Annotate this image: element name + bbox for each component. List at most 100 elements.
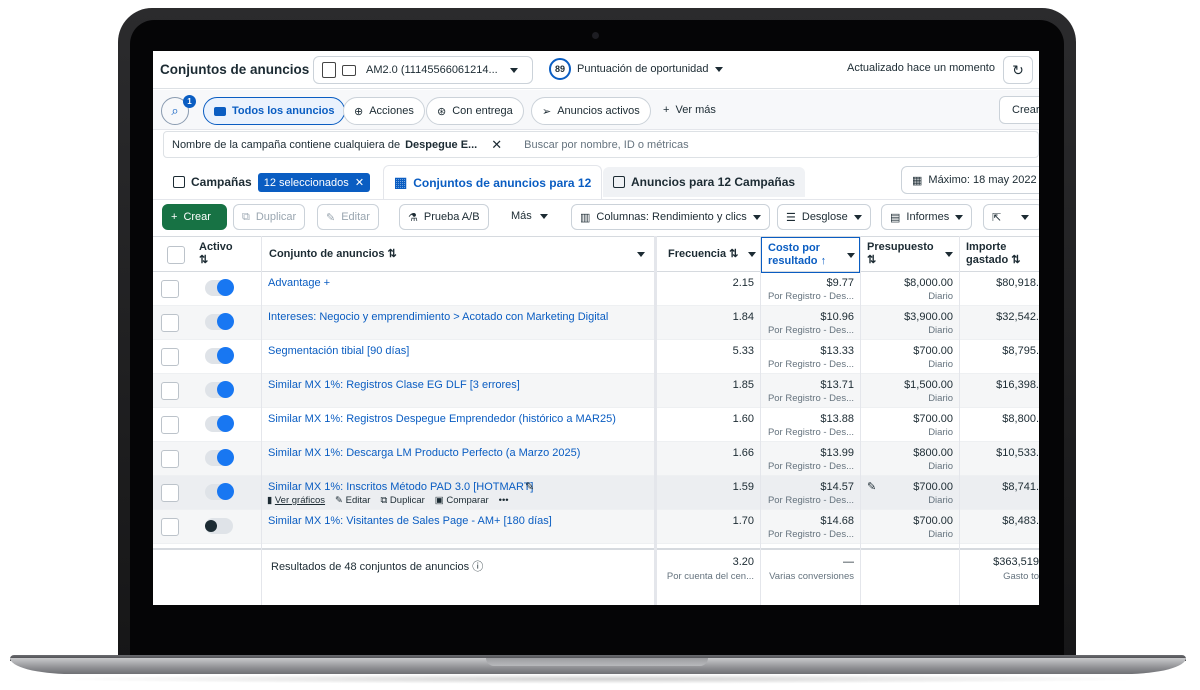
filter-prefix: Nombre de la campaña contiene cualquiera…: [172, 138, 401, 151]
create-button-top[interactable]: Crear: [999, 96, 1039, 124]
reports-button[interactable]: ▤ Informes: [881, 204, 973, 230]
row-toggle-cell: [153, 442, 261, 476]
account-selector[interactable]: AM2.0 (11145566061214...: [313, 56, 533, 84]
cost-value: $9.77: [826, 277, 854, 289]
table-row[interactable]: Similar MX 1%: Visitantes de Sales Page …: [153, 510, 1039, 544]
row-edit-link[interactable]: ✎ Editar: [335, 495, 370, 506]
adset-name-link[interactable]: Intereses: Negocio y emprendimiento > Ac…: [268, 311, 608, 323]
status-toggle[interactable]: [205, 347, 234, 364]
date-range-picker[interactable]: ▦ Máximo: 18 may 2022 -: [901, 166, 1039, 194]
row-compare-link[interactable]: ▣ Comparar: [435, 495, 489, 506]
chip-all-ads[interactable]: Todos los anuncios: [203, 97, 346, 125]
view-charts-link[interactable]: ▮ Ver gráficos: [267, 495, 325, 506]
budget-sub: Diario: [928, 427, 953, 438]
col-adset[interactable]: Conjunto de anuncios ⇅: [263, 237, 653, 273]
more-button[interactable]: Más: [511, 210, 548, 222]
selected-pill[interactable]: 12 seleccionados ✕: [257, 172, 371, 192]
refresh-button[interactable]: ↻: [1003, 56, 1033, 84]
col-frequency[interactable]: Frecuencia ⇅: [662, 237, 760, 273]
status-toggle[interactable]: [205, 279, 234, 296]
tab-adsets[interactable]: ▦ Conjuntos de anuncios para 12: [383, 165, 603, 199]
col-active[interactable]: Activo ⇅: [193, 237, 261, 273]
budget-sub: Diario: [928, 529, 953, 540]
table-row[interactable]: Advantage + 2.15 $9.77 Por Registro - Des..…: [153, 272, 1039, 306]
reports-label: Informes: [906, 211, 950, 223]
frequency-cell: 2.15: [662, 272, 760, 306]
adset-name-link[interactable]: Similar MX 1%: Inscritos Método PAD 3.0 …: [268, 481, 534, 493]
col-budget[interactable]: Presupuesto ⇅: [861, 237, 959, 273]
table-row[interactable]: Intereses: Negocio y emprendimiento > Ac…: [153, 306, 1039, 340]
adset-name-link[interactable]: Similar MX 1%: Registros Clase EG DLF [3…: [268, 379, 520, 391]
cost-sub: Por Registro - Des...: [767, 529, 854, 540]
level-tabs: Campañas 12 seleccionados ✕ ▦ Conjuntos …: [153, 163, 1039, 199]
edit-button[interactable]: ✎ Editar: [317, 204, 379, 230]
chevron-down-icon: [539, 213, 548, 219]
adset-name-link[interactable]: Advantage +: [268, 277, 330, 289]
budget-value: $700.00: [913, 345, 953, 357]
filter-value: Despegue E...: [405, 138, 478, 151]
create-button[interactable]: + Crear: [162, 204, 227, 230]
status-toggle[interactable]: [205, 518, 233, 534]
adset-name-link[interactable]: Similar MX 1%: Registros Despegue Empren…: [268, 413, 616, 425]
export-button[interactable]: ⇱: [983, 204, 1039, 230]
pencil-icon[interactable]: ✎: [867, 480, 876, 493]
row-toggle-cell: [153, 408, 261, 442]
sort-icon: ⇅: [867, 254, 877, 266]
adset-name-link[interactable]: Segmentación tibial [90 días]: [268, 345, 409, 357]
table-row[interactable]: Similar MX 1%: Inscritos Método PAD 3.0 …: [153, 476, 1039, 510]
columns-button[interactable]: ▥ Columnas: Rendimiento y clics: [571, 204, 770, 230]
chip-active-ads[interactable]: ➢ Anuncios activos: [531, 97, 651, 125]
budget-sub: Diario: [928, 359, 953, 370]
row-duplicate-link[interactable]: ⧉ Duplicar: [380, 495, 424, 506]
cost-value: $13.71: [820, 379, 854, 391]
cost-sub: Por Registro - Des...: [767, 495, 854, 506]
table-header: Activo ⇅ Conjunto de anuncios ⇅ Frecuenci…: [153, 236, 1039, 273]
table-row[interactable]: Similar MX 1%: Registros Clase EG DLF [3…: [153, 374, 1039, 408]
status-toggle[interactable]: [205, 449, 234, 466]
column-divider: [860, 236, 861, 605]
breakdown-button[interactable]: ☰ Desglose: [777, 204, 871, 230]
col-spent[interactable]: Importe gastado ⇅: [960, 237, 1039, 273]
frequency-value: 1.60: [732, 413, 754, 425]
table-row[interactable]: Segmentación tibial [90 días] 5.33 $13.33 P…: [153, 340, 1039, 374]
tab-ads[interactable]: Anuncios para 12 Campañas: [603, 167, 806, 197]
status-toggle[interactable]: [205, 483, 234, 500]
cost-cell: $13.99 Por Registro - Des...: [761, 442, 860, 476]
top-bar: Conjuntos de anuncios AM2.0 (11145566061…: [153, 51, 1039, 89]
budget-cell: $700.00 Diario: [861, 408, 959, 442]
close-icon[interactable]: ✕: [491, 137, 502, 153]
chevron-down-icon: [748, 252, 756, 257]
opportunity-score[interactable]: 89 Puntuación de oportunidad: [549, 58, 723, 80]
row-more-button[interactable]: •••: [499, 495, 509, 506]
flask-icon: ⚗: [408, 211, 418, 224]
cost-sub: Por Registro - Des...: [767, 427, 854, 438]
see-more-button[interactable]: + Ver más: [663, 104, 716, 116]
frequency-value: 1.84: [732, 311, 754, 323]
status-toggle[interactable]: [205, 313, 234, 330]
cost-sub: Por Registro - Des...: [767, 393, 854, 404]
adset-name-link[interactable]: Similar MX 1%: Visitantes de Sales Page …: [268, 515, 552, 527]
chip-delivery[interactable]: ⊛ Con entrega: [426, 97, 524, 125]
row-compare-label: Comparar: [446, 495, 489, 506]
adset-name-cell: Similar MX 1%: Registros Despegue Empren…: [261, 408, 654, 442]
status-toggle[interactable]: [205, 415, 234, 432]
row-toggle-cell: [153, 306, 261, 340]
table-row[interactable]: Similar MX 1%: Registros Despegue Empren…: [153, 408, 1039, 442]
pencil-icon[interactable]: ✎: [525, 480, 534, 493]
status-toggle[interactable]: [205, 381, 234, 398]
checkbox[interactable]: [167, 246, 185, 264]
chip-actions[interactable]: ⊕ Acciones: [343, 97, 425, 125]
search-input[interactable]: Buscar por nombre, ID o métricas: [524, 139, 688, 151]
tab-campaigns[interactable]: Campañas 12 seleccionados ✕: [163, 167, 380, 197]
create-label: Crear: [183, 211, 211, 223]
table-row[interactable]: Similar MX 1%: Descarga LM Producto Perf…: [153, 442, 1039, 476]
budget-value: $3,900.00: [904, 311, 953, 323]
ab-test-button[interactable]: ⚗ Prueba A/B: [399, 204, 489, 230]
adset-name-link[interactable]: Similar MX 1%: Descarga LM Producto Perf…: [268, 447, 580, 459]
duplicate-button[interactable]: ⧉ Duplicar: [233, 204, 306, 230]
select-all[interactable]: [161, 237, 191, 273]
row-toggle-cell: [153, 374, 261, 408]
row-toggle-cell: [153, 476, 261, 510]
col-cost-per-result[interactable]: Costo por resultado ↑: [761, 237, 860, 273]
info-icon[interactable]: ⓘ: [472, 561, 483, 573]
